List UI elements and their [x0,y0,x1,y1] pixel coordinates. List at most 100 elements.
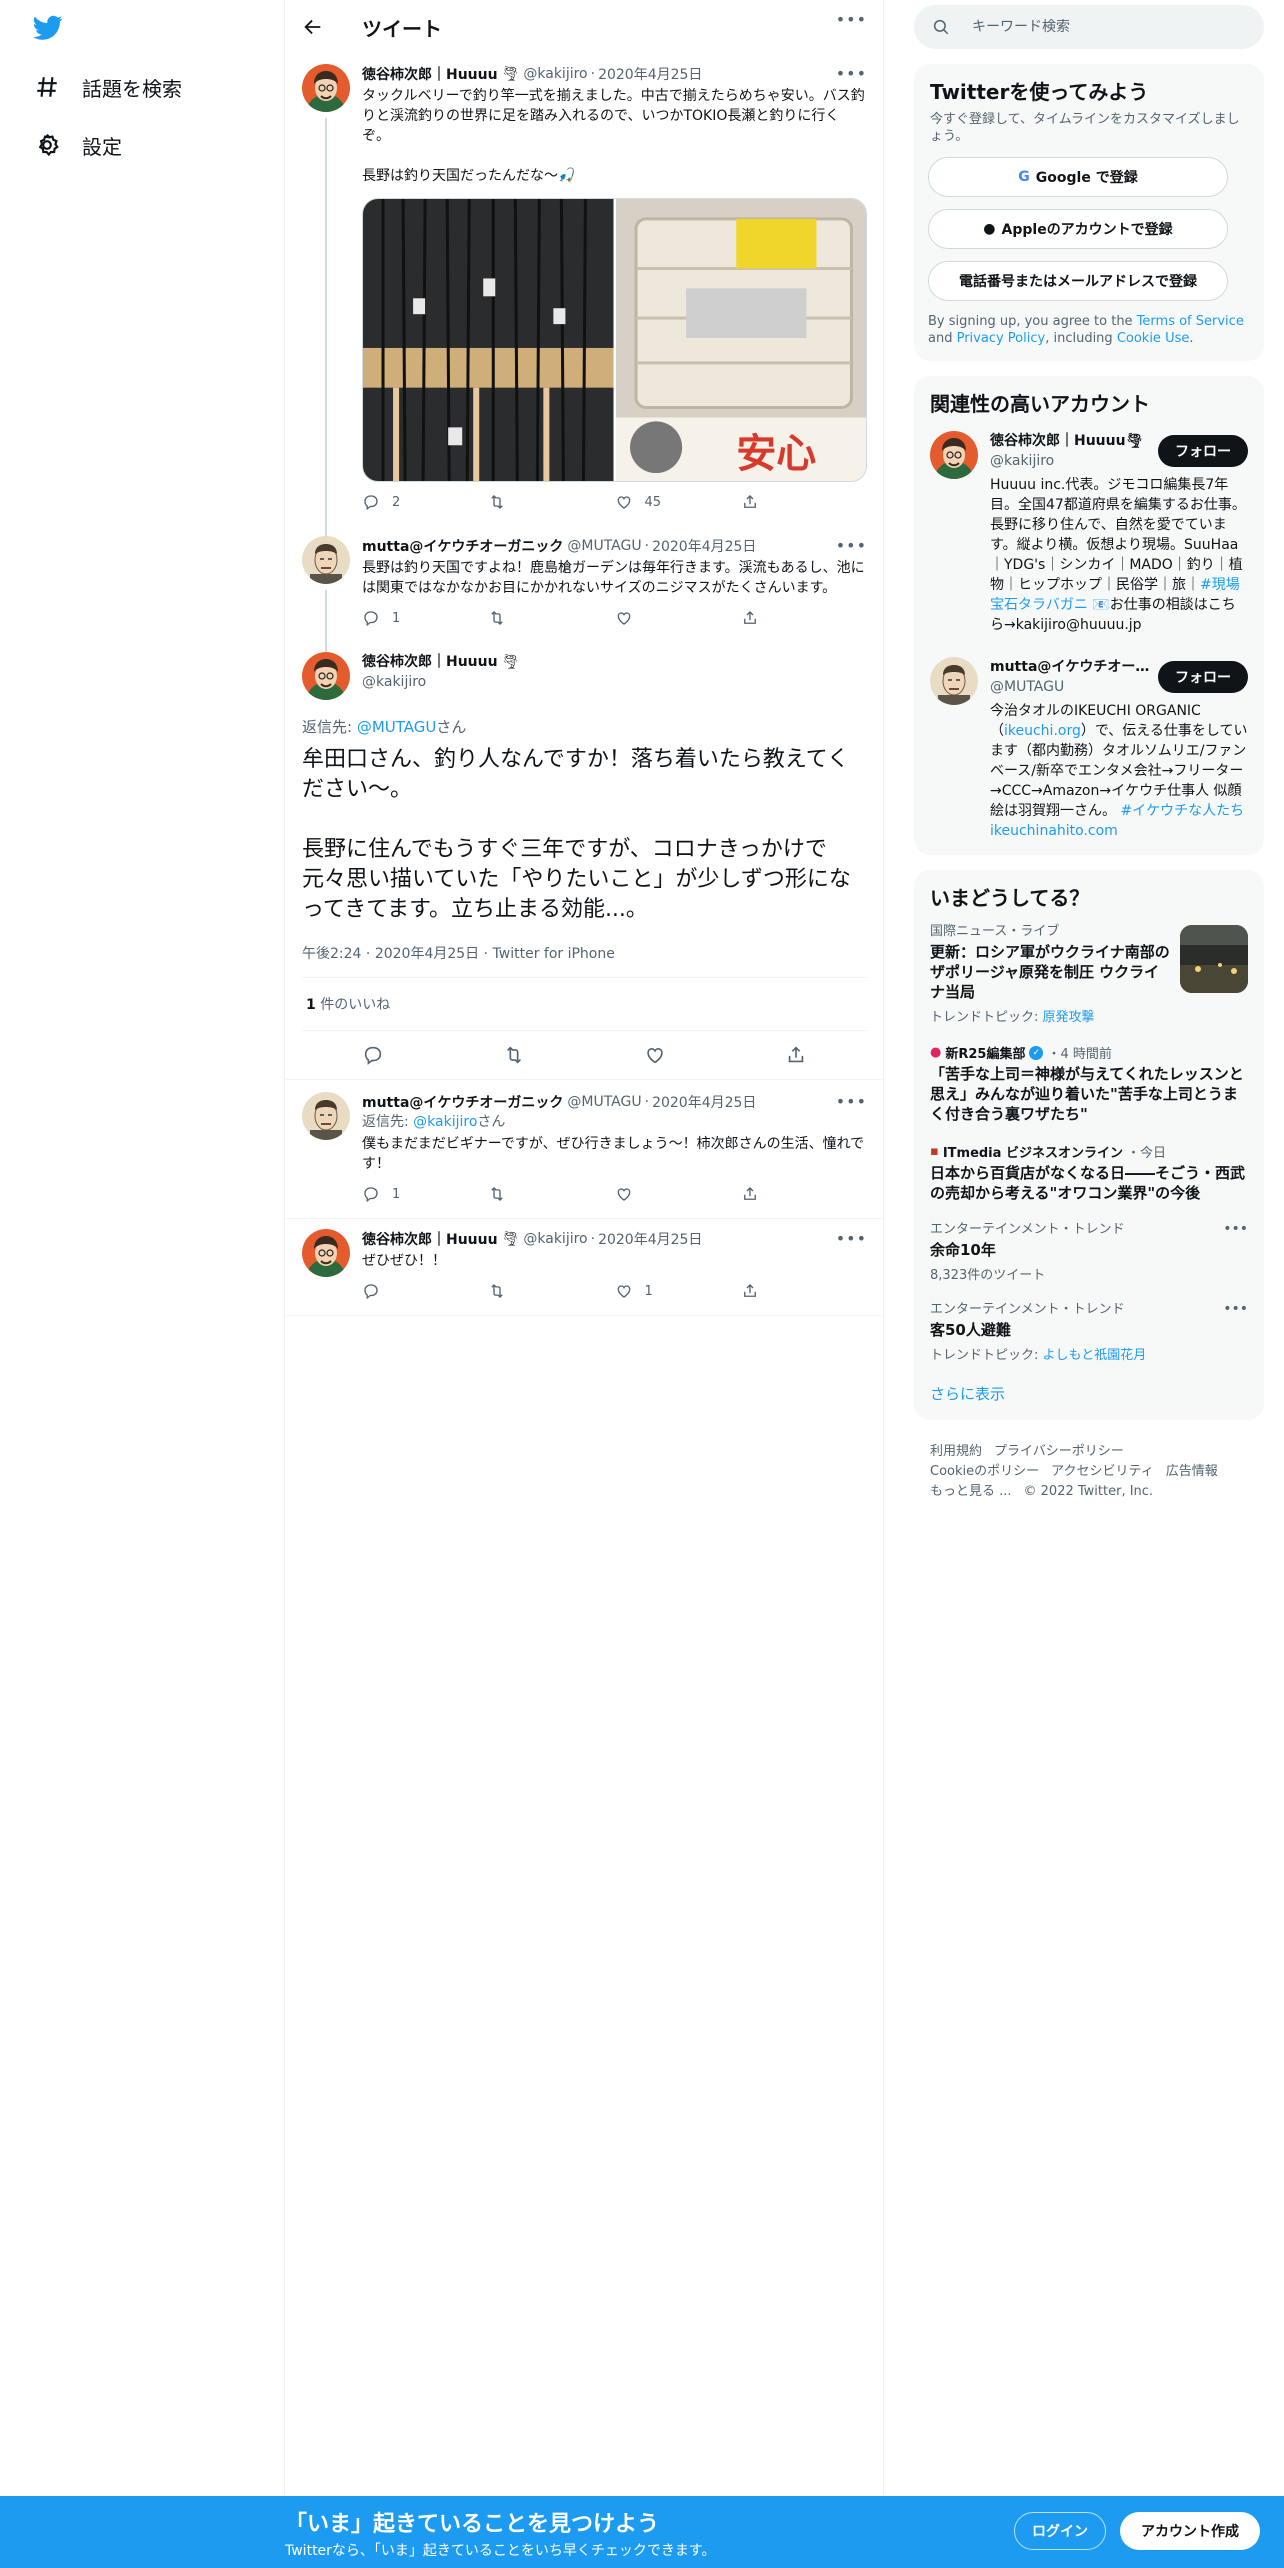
tweet-actions: 2 45 [362,486,867,518]
trend-item[interactable]: 国際ニュース・ライブ 更新：ロシア軍がウクライナ南部のザポリージャ原発を制圧 ウ… [914,911,1264,1025]
footer-cookie-link[interactable]: Cookieのポリシー [930,1464,1039,1479]
retweet-button[interactable] [488,493,614,511]
account-bio-link-2[interactable]: ikeuchinahito.com [990,823,1118,839]
tweet-3[interactable]: mutta@イケウチオーガニック @MUTAGU · 2020年4月25日 ••… [286,1080,883,1219]
tweet-media[interactable]: 安心 [362,198,867,482]
share-button[interactable] [741,1185,867,1203]
reply-button[interactable] [362,1282,488,1300]
tweet-author-handle[interactable]: @MUTAGU [567,1094,641,1110]
trend-topic-link[interactable]: よしもと祇園花月 [1043,1348,1147,1363]
tweet-client[interactable]: Twitter for iPhone [493,946,615,962]
retweet-button[interactable] [488,1282,614,1300]
avatar[interactable] [302,1092,350,1140]
reply-button[interactable]: 1 [362,609,488,627]
tweet-1[interactable]: 徳谷柿次郎｜Huuuu 🌪 @kakijiro · 2020年4月25日 •••… [286,54,883,558]
tweet-author-handle[interactable]: @kakijiro [523,66,587,82]
trend-thumbnail[interactable] [1180,925,1248,993]
apple-signup-button[interactable]: ● Appleのアカウントで登録 [928,209,1228,249]
twitter-logo-icon[interactable] [33,15,63,41]
privacy-link[interactable]: Privacy Policy [957,331,1046,346]
heart-icon[interactable] [644,1044,666,1066]
account-bio-link[interactable]: ikeuchi.org [1004,723,1081,739]
phone-signup-button[interactable]: 電話番号またはメールアドレスで登録 [928,261,1228,301]
tweet-date[interactable]: 2020年4月25日 [375,946,479,962]
tweet-author-name[interactable]: 徳谷柿次郎｜Huuuu [362,64,498,84]
account-name[interactable]: 徳谷柿次郎｜Huuuu [990,433,1126,449]
more-icon[interactable]: ••• [1223,1221,1248,1237]
back-arrow-icon[interactable] [302,16,324,38]
footer-more-link[interactable]: もっと見る ... [930,1484,1012,1499]
media-photo-rods[interactable] [363,199,614,481]
like-button[interactable] [615,1185,741,1203]
account-name[interactable]: mutta@イケウチオーガニック [990,657,1150,677]
more-icon[interactable]: ••• [836,10,867,29]
retweet-icon[interactable] [503,1044,525,1066]
tweet-author-name[interactable]: mutta@イケウチオーガニック [362,536,563,556]
follow-button[interactable]: フォロー [1158,435,1248,467]
tweet-author-name[interactable]: mutta@イケウチオーガニック [362,1092,563,1112]
account-item[interactable]: mutta@イケウチオーガニック @MUTAGU 今治タオルのIKEUCHI O… [914,635,1264,841]
share-icon[interactable] [785,1044,807,1066]
more-icon[interactable]: ••• [836,64,867,83]
tweet-author-name[interactable]: 徳谷柿次郎｜Huuuu [362,654,498,670]
media-photo-basket[interactable]: 安心 [615,199,866,481]
avatar[interactable] [302,64,350,112]
tweet-2[interactable]: mutta@イケウチオーガニック @MUTAGU · 2020年4月25日 ••… [286,526,883,660]
reply-to-link[interactable]: @kakijiro [413,1114,477,1130]
nav-settings[interactable]: 設定 [34,125,122,165]
reply-button[interactable]: 1 [362,1185,488,1203]
more-icon[interactable]: ••• [836,536,867,555]
reply-button[interactable]: 2 [362,493,488,511]
follow-button[interactable]: フォロー [1158,661,1248,693]
share-button[interactable] [741,609,867,627]
footer-privacy-link[interactable]: プライバシーポリシー [994,1444,1124,1459]
like-button[interactable]: 1 [615,1282,741,1300]
tweet-date[interactable]: 2020年4月25日 [652,1092,756,1112]
tweet-date[interactable]: 2020年4月25日 [598,1229,702,1249]
reply-icon[interactable] [362,1044,384,1066]
tweet-author-handle[interactable]: @kakijiro [362,672,519,692]
avatar[interactable] [302,652,350,700]
footer-ads-link[interactable]: 広告情報 [1166,1464,1218,1479]
trend-item[interactable]: エンターテインメント・トレンド 余命10年 8,323件のツイート ••• [914,1203,1264,1283]
cookie-link[interactable]: Cookie Use [1117,331,1190,346]
avatar[interactable] [302,1229,350,1277]
more-icon[interactable]: ••• [836,1092,867,1111]
more-icon[interactable]: ••• [1223,1301,1248,1317]
likes-summary[interactable]: 1 件のいいね [302,978,867,1031]
avatar[interactable] [930,431,978,479]
retweet-button[interactable] [488,1185,614,1203]
footer-terms-link[interactable]: 利用規約 [930,1444,982,1459]
tweet-date[interactable]: 2020年4月25日 [598,64,702,84]
terms-link[interactable]: Terms of Service [1137,314,1244,329]
avatar[interactable] [302,536,350,584]
tweet-date[interactable]: 2020年4月25日 [652,536,756,556]
tweet-time[interactable]: 午後2:24 [302,946,361,962]
account-bio-hashtag[interactable]: #イケウチな人たち [1120,803,1244,819]
tweet-author-handle[interactable]: @kakijiro [523,1231,587,1247]
google-signup-button[interactable]: G Google で登録 [928,157,1228,197]
footer-accessibility-link[interactable]: アクセシビリティ [1051,1464,1154,1479]
like-button[interactable]: 45 [615,493,741,511]
share-button[interactable] [741,493,867,511]
trend-item[interactable]: エンターテインメント・トレンド 客50人避難 トレンドトピック: よしもと祇園花… [914,1283,1264,1363]
tweet-author-handle[interactable]: @MUTAGU [567,538,641,554]
trend-item[interactable]: ▪ ITmedia ビジネスオンライン ・今日 日本から百貨店がなくなる日――そごう… [914,1124,1264,1203]
reply-to-link[interactable]: @MUTAGU [357,718,437,736]
retweet-button[interactable] [488,609,614,627]
tweet-author-name[interactable]: 徳谷柿次郎｜Huuuu [362,1229,498,1249]
like-button[interactable] [615,609,741,627]
nav-explore[interactable]: 話題を検索 [34,67,182,107]
share-button[interactable] [741,1282,867,1300]
search-input[interactable] [972,19,1222,35]
trend-item[interactable]: ● 新R25編集部 ✓ ・4 時間前 「苦手な上司＝神様が与えてくれたレッスンと思え」… [914,1025,1264,1124]
account-item[interactable]: 徳谷柿次郎｜Huuuu🌪 @kakijiro Huuuu inc.代表。ジモコロ… [914,417,1264,635]
avatar[interactable] [930,657,978,705]
trend-topic-link[interactable]: 原発攻撃 [1043,1010,1095,1025]
more-icon[interactable]: ••• [836,1229,867,1248]
tweet-4[interactable]: 徳谷柿次郎｜Huuuu 🌪 @kakijiro · 2020年4月25日 •••… [286,1219,883,1316]
show-more-link[interactable]: さらに表示 [914,1363,1264,1404]
login-button[interactable]: ログイン [1014,2512,1106,2550]
search-box[interactable] [914,5,1264,49]
signup-button[interactable]: アカウント作成 [1120,2512,1260,2550]
